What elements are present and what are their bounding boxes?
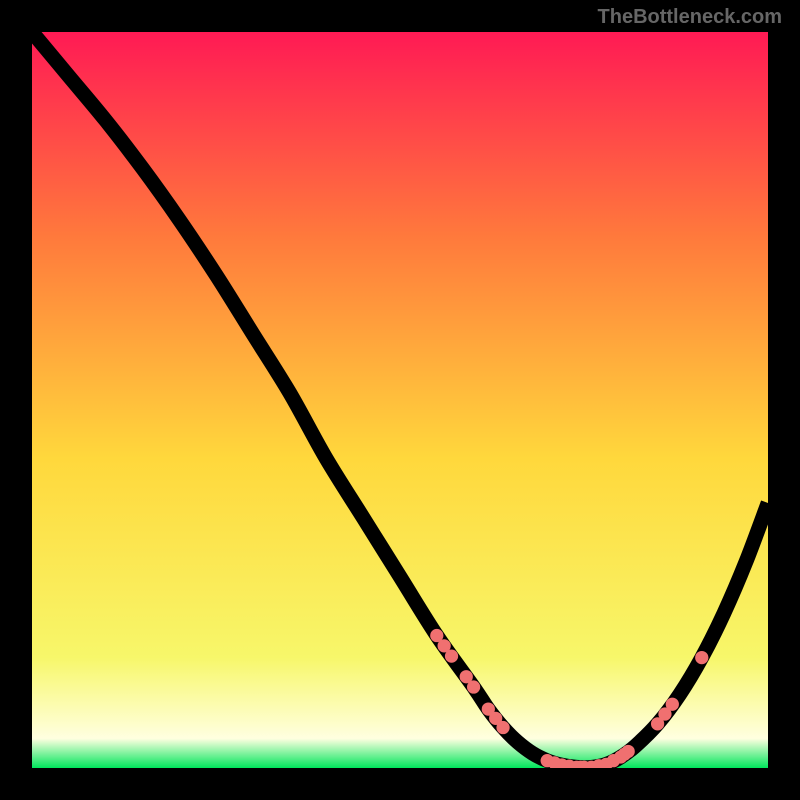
chart-frame: TheBottleneck.com [0, 0, 800, 800]
curve-marker [467, 680, 480, 693]
curve-marker [445, 650, 458, 663]
watermark-text: TheBottleneck.com [598, 6, 782, 29]
plot-background [32, 32, 768, 768]
curve-marker [496, 721, 509, 734]
curve-marker [666, 698, 679, 711]
chart-svg [32, 32, 768, 768]
curve-marker [695, 651, 708, 664]
curve-marker [622, 745, 635, 758]
